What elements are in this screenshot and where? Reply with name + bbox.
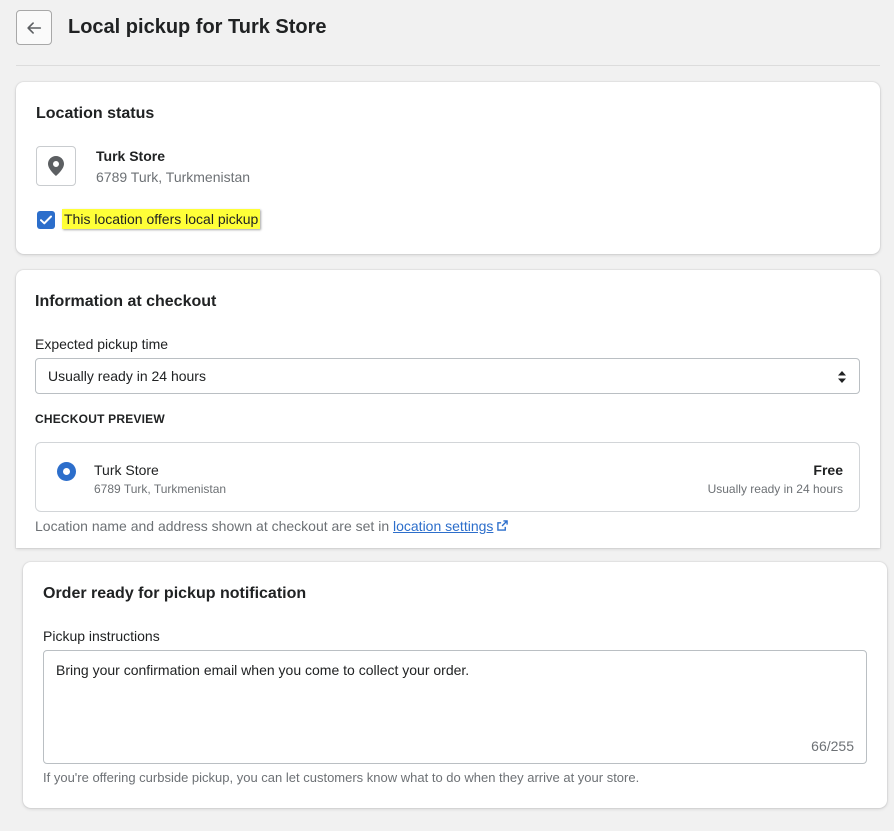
checkout-info-title: Information at checkout: [35, 293, 217, 310]
location-settings-help: Location name and address shown at check…: [35, 518, 509, 534]
pickup-instructions-label: Pickup instructions: [43, 628, 160, 644]
preview-location-address: 6789 Turk, Turkmenistan: [94, 482, 227, 496]
location-pin-icon: [48, 156, 64, 176]
back-button[interactable]: [16, 10, 52, 45]
pickup-time-select[interactable]: Usually ready in 24 hours: [35, 358, 860, 394]
checkout-info-card: Information at checkout Expected pickup …: [16, 270, 880, 548]
curbside-help-text: If you're offering curbside pickup, you …: [43, 770, 640, 785]
preview-location-name: Turk Store: [94, 462, 159, 478]
page-title: Local pickup for Turk Store: [68, 16, 327, 38]
location-address: 6789 Turk, Turkmenistan: [96, 169, 251, 185]
page-header: Local pickup for Turk Store: [16, 10, 880, 66]
preview-ready-time: Usually ready in 24 hours: [707, 482, 843, 496]
local-pickup-checkbox-label[interactable]: This location offers local pickup: [62, 209, 261, 229]
local-pickup-checkbox[interactable]: [37, 211, 55, 229]
select-arrows-icon: [838, 371, 846, 383]
character-count: 66/255: [811, 738, 854, 754]
location-name: Turk Store: [96, 148, 165, 164]
checkout-preview-heading: CHECKOUT PREVIEW: [35, 412, 165, 426]
pickup-instructions-value: Bring your confirmation email when you c…: [56, 662, 470, 678]
location-icon-box: [36, 146, 76, 186]
preview-price: Free: [813, 462, 843, 478]
location-settings-link[interactable]: location settings: [393, 518, 493, 534]
pickup-notification-card: Order ready for pickup notification Pick…: [23, 562, 887, 808]
checkmark-icon: [40, 215, 52, 225]
checkout-preview: Turk Store 6789 Turk, Turkmenistan Free …: [35, 442, 860, 512]
pickup-notification-title: Order ready for pickup notification: [43, 585, 307, 602]
pickup-instructions-input[interactable]: Bring your confirmation email when you c…: [43, 650, 867, 764]
location-status-card: Location status Turk Store 6789 Turk, Tu…: [16, 82, 880, 254]
pickup-time-label: Expected pickup time: [35, 336, 169, 352]
location-status-title: Location status: [36, 105, 155, 122]
pickup-time-value: Usually ready in 24 hours: [48, 368, 206, 384]
location-settings-help-text: Location name and address shown at check…: [35, 518, 390, 534]
external-link-icon[interactable]: [497, 520, 509, 531]
arrow-left-icon: [27, 21, 42, 34]
preview-radio: [57, 462, 76, 481]
